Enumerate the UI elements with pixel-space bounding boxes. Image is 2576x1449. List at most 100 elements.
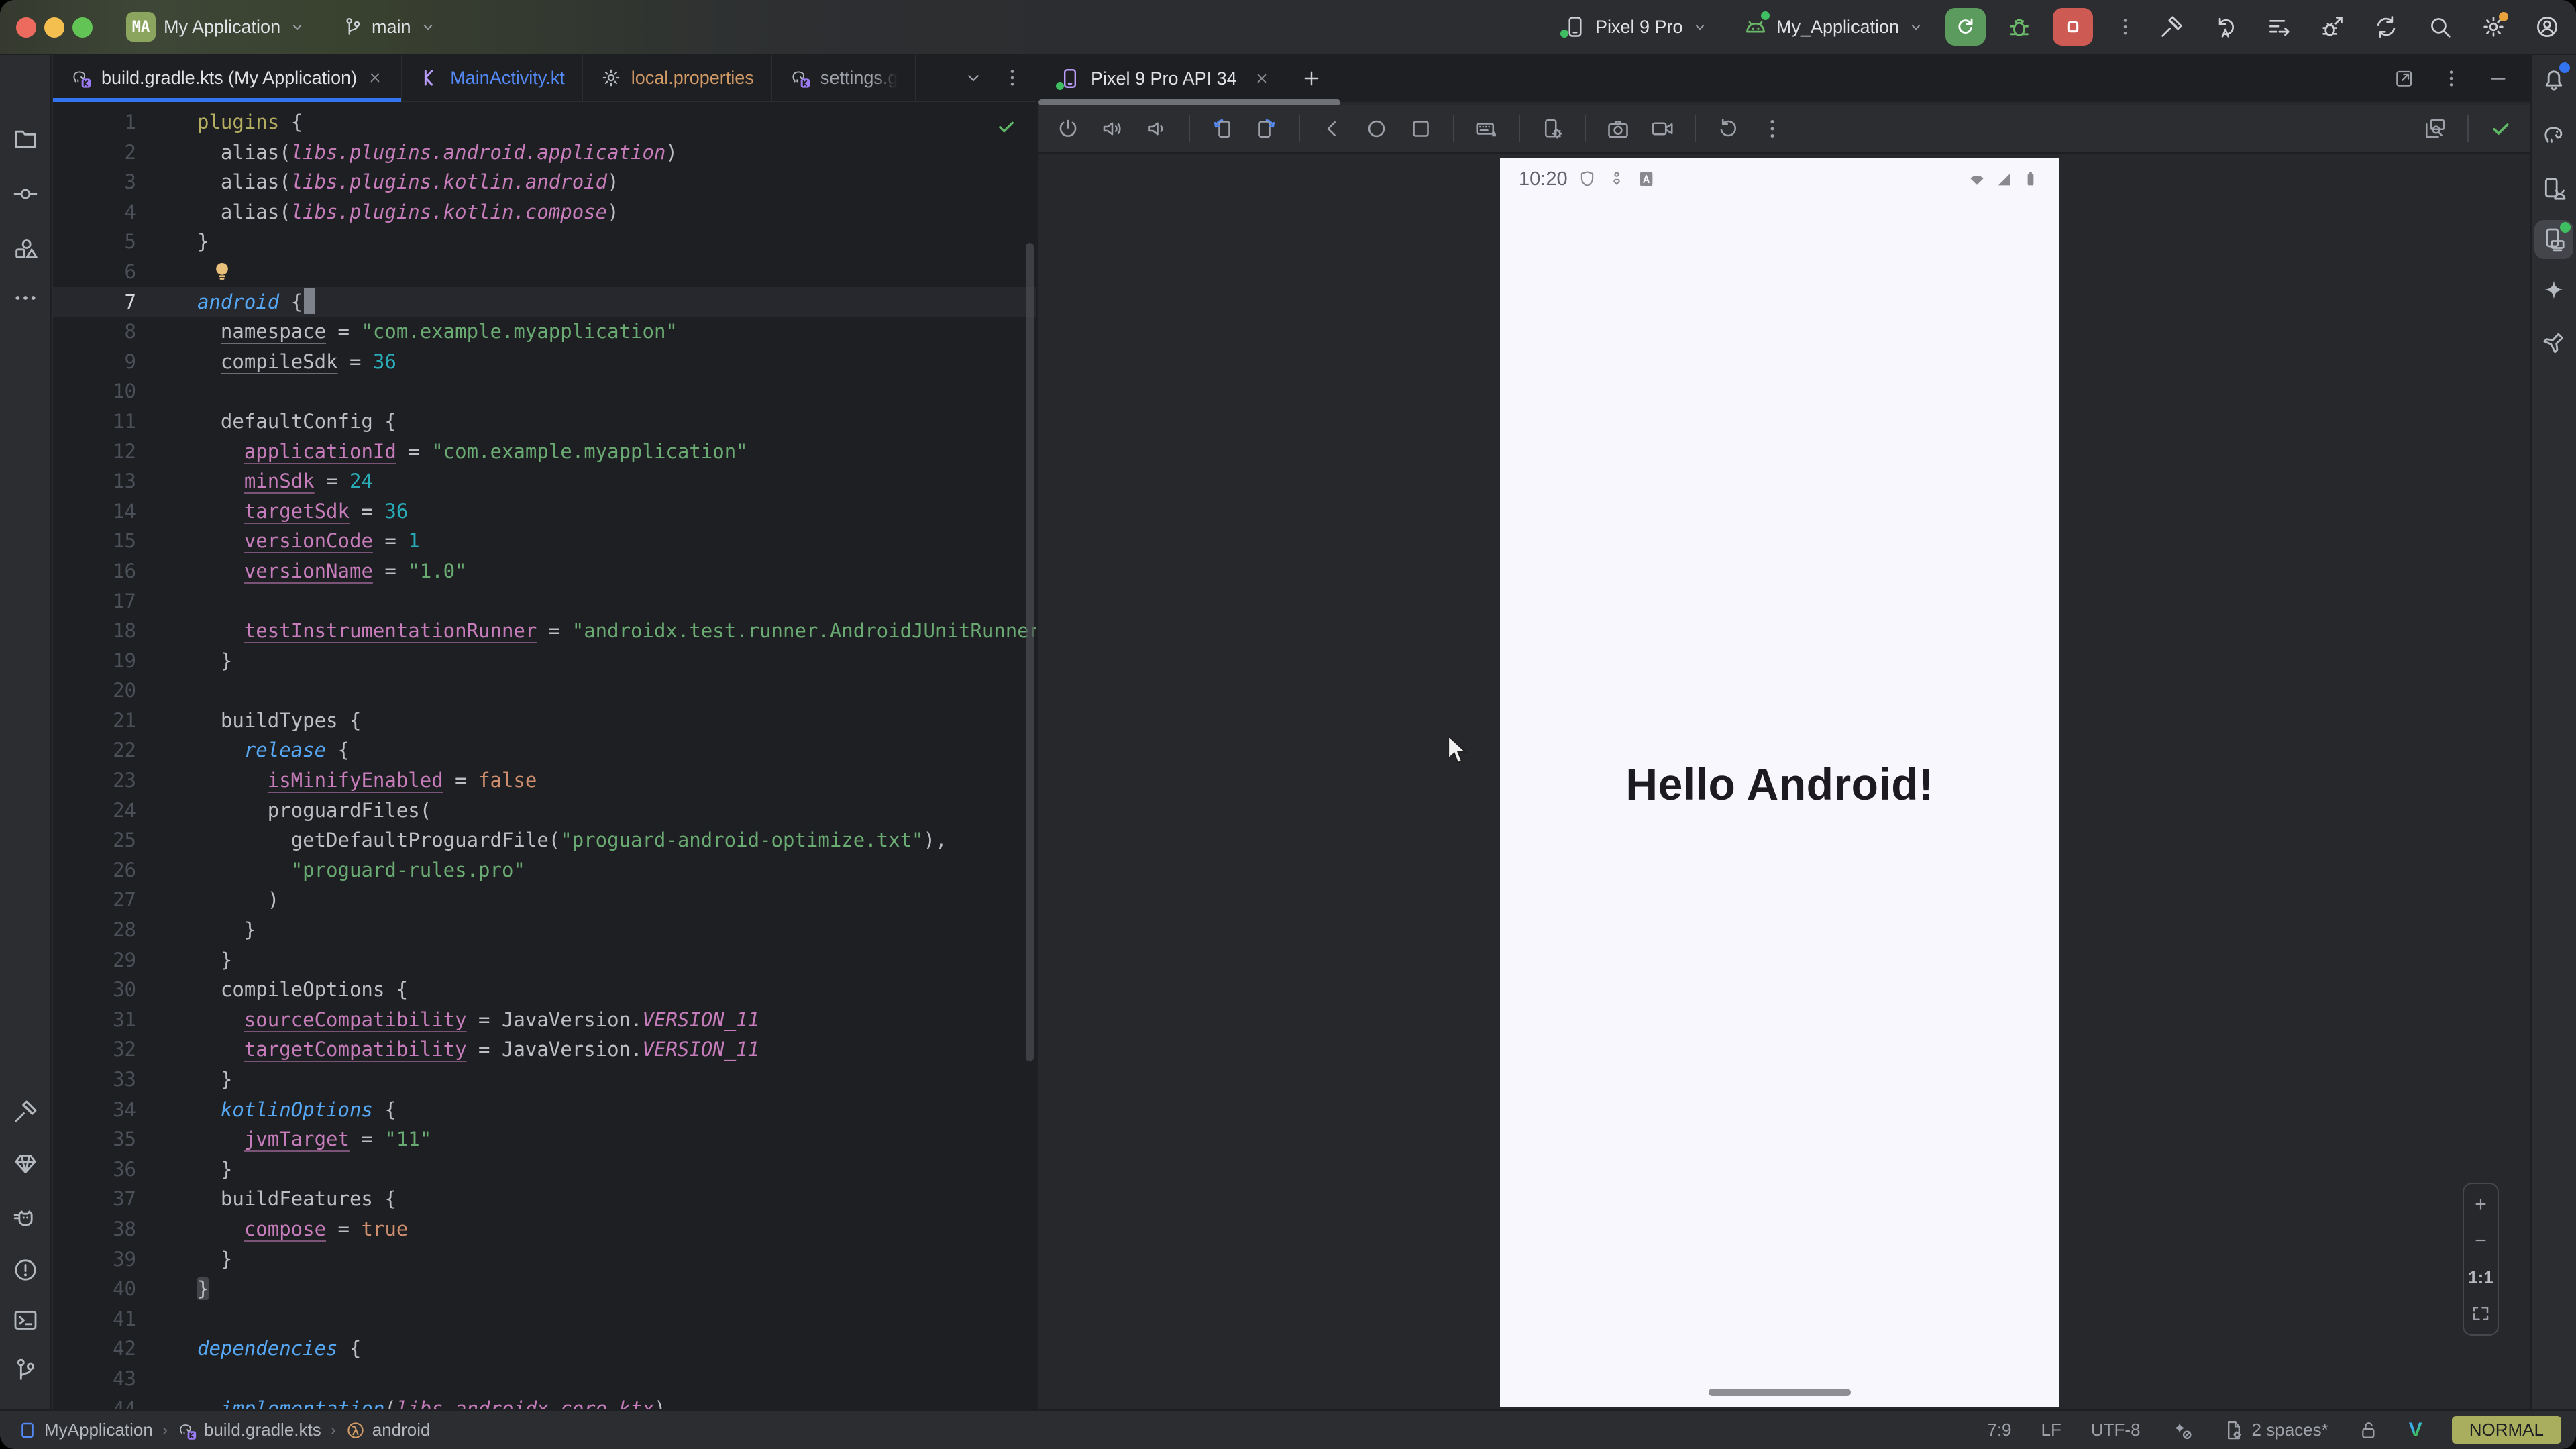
code-line[interactable]: 6 [53,257,1036,287]
tool-button-project-folder[interactable] [6,119,45,158]
run-more-options-button[interactable] [2109,16,2141,38]
tool-button-gradle-elephant[interactable] [2534,115,2573,154]
apply-changes-button[interactable] [2212,14,2238,40]
device-selector[interactable]: Pixel 9 Pro [1563,0,1709,54]
file-lock-icon[interactable] [2358,1419,2379,1441]
line-separator[interactable]: LF [2041,1419,2061,1440]
screen-record-button[interactable] [1650,117,1674,141]
back-button[interactable] [1320,117,1344,141]
vim-plugin-icon[interactable]: V [2409,1419,2422,1442]
tool-button-journeys-plane[interactable] [2534,322,2573,361]
more-vertical-button[interactable] [1760,117,1784,141]
code-line[interactable]: 31 sourceCompatibility = JavaVersion.VER… [53,1005,1036,1035]
code-line[interactable]: 35 jvmTarget = "11" [53,1124,1036,1155]
code-line[interactable]: 1plugins { [53,107,1036,138]
editor-tab[interactable]: local.properties [583,55,772,101]
code-line[interactable]: 12 applicationId = "com.example.myapplic… [53,437,1036,467]
zoom-window-button[interactable] [72,17,93,38]
ai-assistant-status-icon[interactable] [2170,1419,2193,1442]
tool-button-notifications-bell[interactable] [2534,60,2573,99]
code-line[interactable]: 2 alias(libs.plugins.android.application… [53,138,1036,168]
code-line[interactable]: 14 targetSdk = 36 [53,496,1036,527]
stop-button[interactable] [2053,8,2093,46]
code-line[interactable]: 24 proguardFiles( [53,796,1036,826]
code-line[interactable]: 29 } [53,945,1036,975]
close-icon[interactable] [366,69,384,87]
debug-button[interactable] [2002,13,2037,40]
code-line[interactable]: 28 } [53,915,1036,945]
code-line[interactable]: 36 } [53,1155,1036,1185]
zoom-out-button[interactable]: − [2475,1230,2487,1252]
code-line[interactable]: 30 compileOptions { [53,975,1036,1005]
volume-up-button[interactable] [1100,117,1124,141]
tool-button-commit[interactable] [6,174,45,213]
code-line[interactable]: 42dependencies { [53,1334,1036,1364]
overview-button[interactable] [1409,117,1433,141]
code-line[interactable]: 4 alias(libs.plugins.kotlin.compose) [53,197,1036,227]
restart-button[interactable] [1716,117,1740,141]
code-line[interactable]: 32 targetCompatibility = JavaVersion.VER… [53,1034,1036,1065]
rotate-left-button[interactable] [1210,117,1234,141]
code-line[interactable]: 10 [53,376,1036,407]
screenshot-camera-button[interactable] [1606,117,1630,141]
code-line[interactable]: 40} [53,1274,1036,1304]
vcs-branch-selector[interactable]: main [342,0,437,54]
vim-mode-badge[interactable]: NORMAL [2452,1416,2561,1444]
inspection-status-icon[interactable] [995,115,1018,142]
settings-gear-button[interactable] [2481,14,2506,40]
rerun-button[interactable] [1945,8,1986,46]
power-button[interactable] [1056,117,1080,141]
editor-tab[interactable]: MainActivity.kt [402,55,583,101]
code-line[interactable]: 15 versionCode = 1 [53,526,1036,556]
tool-button-gemini-sparkle[interactable] [2534,272,2573,311]
minimize-button[interactable] [2487,68,2509,89]
hidden-tabs-button[interactable] [963,67,984,89]
search-button[interactable] [2427,14,2453,40]
attach-debugger-button[interactable] [2320,14,2345,40]
zoom-ratio-button[interactable]: 1:1 [2468,1266,2493,1289]
close-icon[interactable] [1253,70,1271,87]
device-tab[interactable]: Pixel 9 Pro API 34 [1038,67,1291,90]
tool-button-gemini-gem[interactable] [6,1144,45,1183]
minimize-window-button[interactable] [44,17,64,38]
tool-button-resource-manager[interactable] [6,229,45,268]
code-line[interactable]: 38 compose = true [53,1214,1036,1244]
keyboard-button[interactable] [1474,117,1499,141]
caret-position[interactable]: 7:9 [1987,1419,2011,1440]
code-line[interactable]: 5} [53,227,1036,257]
build-hammer-button[interactable] [2159,14,2184,40]
open-in-new-button[interactable] [2394,68,2415,89]
rotate-right-button[interactable] [1254,117,1279,141]
code-line[interactable]: 39 } [53,1244,1036,1275]
home-button[interactable] [1364,117,1389,141]
code-line[interactable]: 20 [53,676,1036,706]
code-line[interactable]: 3 alias(libs.plugins.kotlin.android) [53,167,1036,197]
tool-button-running-devices[interactable] [2534,220,2573,259]
add-device-tab-button[interactable] [1291,67,1332,90]
code-line[interactable]: 33 } [53,1065,1036,1095]
profiler-button[interactable] [2266,14,2292,40]
device-screen[interactable]: 10:20 Hello Android! [1500,158,2059,1407]
code-line[interactable]: 17 [53,586,1036,616]
editor-tab[interactable]: settings.g [772,55,916,101]
code-line[interactable]: 34 kotlinOptions { [53,1095,1036,1125]
code-line[interactable]: 25 getDefaultProguardFile("proguard-andr… [53,825,1036,855]
code-line[interactable]: 11 defaultConfig { [53,407,1036,437]
gradle-sync-button[interactable] [2373,14,2399,40]
intention-bulb-icon[interactable] [209,258,235,284]
code-line[interactable]: 9 compileSdk = 36 [53,347,1036,377]
layout-inspector-button[interactable] [2423,117,2447,141]
run-configuration-selector[interactable]: My_Application [1743,0,1925,54]
zoom-in-button[interactable]: + [2475,1193,2487,1216]
volume-down-button[interactable] [1144,117,1169,141]
code-line[interactable]: 21 buildTypes { [53,706,1036,736]
panel-drag-handle[interactable] [1038,99,1340,105]
code-line[interactable]: 43 [53,1364,1036,1394]
code-line[interactable]: 23 isMinifyEnabled = false [53,765,1036,796]
code-editor[interactable]: 1plugins {2 alias(libs.plugins.android.a… [53,107,1036,1409]
code-line[interactable]: 13 minSdk = 24 [53,466,1036,496]
code-line[interactable]: 16 versionName = "1.0" [53,556,1036,586]
code-line[interactable]: 18 testInstrumentationRunner = "androidx… [53,616,1036,646]
tool-button-more-horizontal[interactable] [6,278,45,317]
breadcrumb-item[interactable]: build.gradle.kts [177,1419,321,1440]
